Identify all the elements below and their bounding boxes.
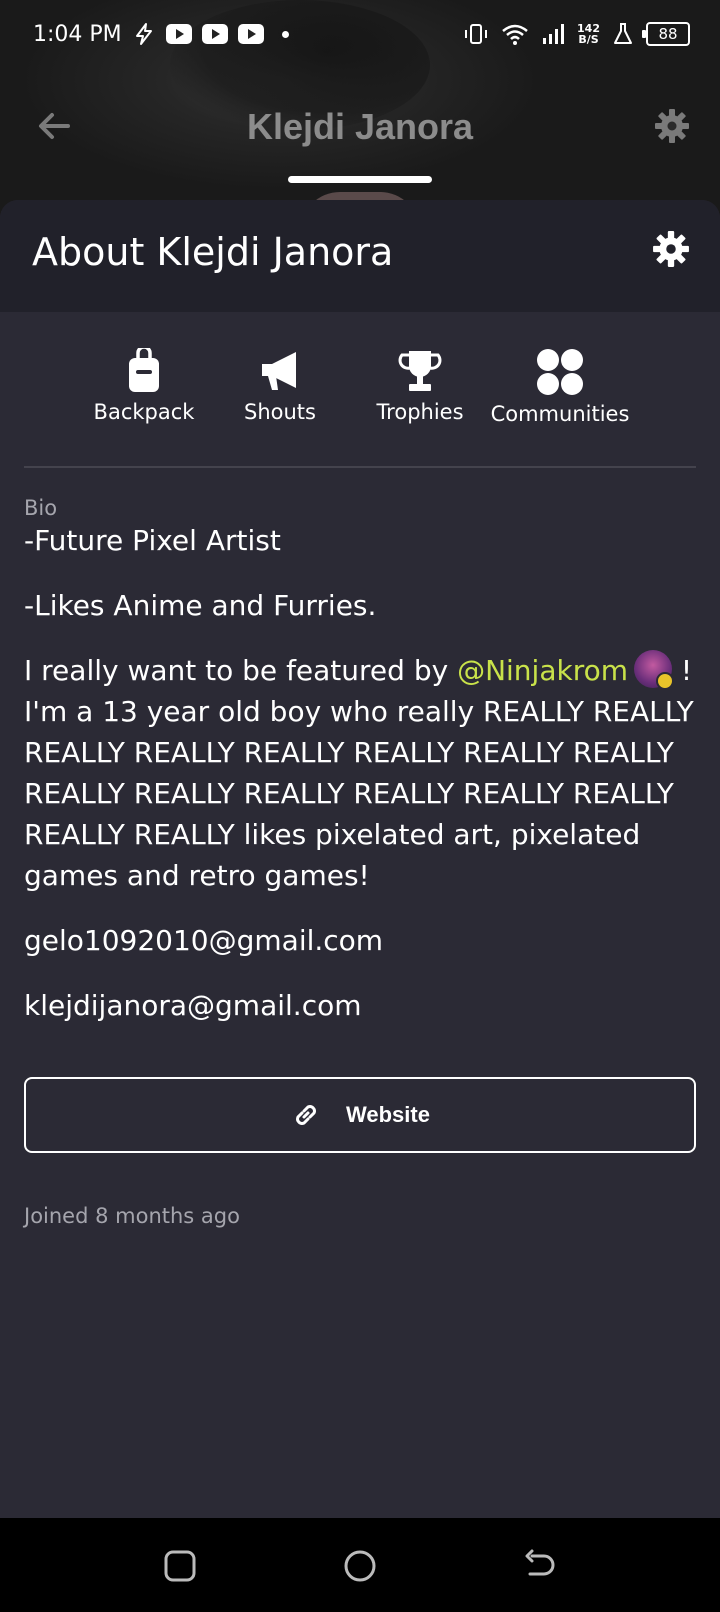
signal-icon — [543, 24, 565, 44]
youtube-notification-icon — [166, 24, 192, 44]
backpack-icon — [129, 348, 159, 392]
bio-line: -Future Pixel Artist — [24, 524, 281, 557]
profile-name: Klejdi Janora — [246, 106, 474, 147]
bio-line: -Likes Anime and Furries. — [24, 589, 377, 622]
profile-tabs: Backpack Shouts Trophies Communities — [0, 348, 720, 448]
battery-indicator: 88 — [642, 22, 690, 46]
vibrate-icon — [465, 24, 488, 44]
communities-icon — [537, 349, 583, 395]
divider — [24, 466, 696, 468]
system-icons: 142 B/S 88 — [463, 22, 690, 46]
flask-icon — [614, 23, 632, 44]
more-notifications-icon — [282, 30, 289, 38]
sheet-title: About Klejdi Janora — [32, 230, 394, 274]
bio-paragraph: I really want to be featured by @Ninjakr… — [24, 650, 696, 896]
gear-icon[interactable] — [652, 230, 690, 268]
tab-label: Backpack — [93, 400, 195, 424]
network-speed: 142 B/S — [577, 22, 600, 46]
back-icon[interactable] — [520, 1546, 560, 1586]
sheet-drag-handle[interactable] — [288, 176, 432, 183]
notification-icons — [132, 22, 289, 46]
status-time: 1:04 PM — [33, 22, 122, 47]
tab-communities[interactable]: Communities — [485, 348, 635, 426]
about-sheet: About Klejdi Janora Backpack Shouts Trop… — [0, 200, 720, 1518]
system-nav-bar — [0, 1518, 720, 1612]
bio-email: klejdijanora@gmail.com — [24, 989, 362, 1022]
trophy-icon — [398, 351, 442, 391]
mention-avatar[interactable] — [634, 650, 675, 690]
bio-label: Bio — [24, 496, 58, 520]
website-button[interactable]: Website — [24, 1077, 696, 1153]
joined-date: Joined 8 months ago — [24, 1204, 240, 1228]
profile-header: Klejdi Janora — [0, 90, 720, 160]
tab-label: Communities — [490, 402, 630, 426]
tab-trophies[interactable]: Trophies — [345, 348, 495, 424]
home-icon[interactable] — [340, 1546, 380, 1586]
tab-backpack[interactable]: Backpack — [69, 348, 219, 424]
wifi-icon — [502, 24, 528, 45]
youtube-notification-icon — [202, 24, 228, 44]
website-button-label: Website — [346, 1102, 430, 1127]
youtube-notification-icon — [238, 24, 264, 44]
megaphone-icon — [262, 352, 296, 390]
tab-label: Trophies — [376, 400, 464, 424]
user-mention-link[interactable]: @Ninjakrom — [457, 654, 628, 687]
flash-notification-icon — [136, 23, 152, 45]
sheet-header: About Klejdi Janora — [0, 200, 720, 312]
status-bar: 1:04 PM 142 B/S 88 — [0, 0, 720, 72]
tab-label: Shouts — [244, 400, 316, 424]
recents-icon[interactable] — [160, 1546, 200, 1586]
bio-text: -Future Pixel Artist -Likes Anime and Fu… — [24, 520, 696, 1050]
tab-shouts[interactable]: Shouts — [205, 348, 355, 424]
gear-icon[interactable] — [654, 108, 690, 144]
bio-email: gelo1092010@gmail.com — [24, 924, 384, 957]
link-icon — [296, 1105, 316, 1125]
